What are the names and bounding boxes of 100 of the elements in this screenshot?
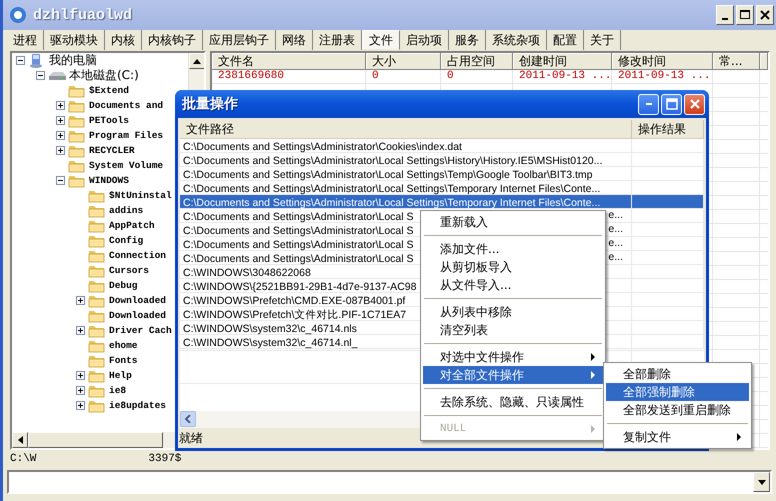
tab[interactable]: 应用层钩子 [203,30,276,50]
file-path: C:\Documents and Settings\Administrator\Local S [182,225,414,237]
folder-icon [68,173,87,188]
tree-item[interactable]: ie8 [109,385,126,396]
column-header[interactable]: 占用空间 [441,53,513,70]
expand-icon[interactable] [56,101,65,110]
column-header[interactable]: 常... [713,53,760,70]
close-button[interactable] [756,5,774,25]
tab[interactable]: 配置 [547,30,584,50]
tree-item[interactable]: System Volume [89,160,164,171]
menu-item[interactable]: 对选中文件操作 [423,348,603,366]
folder-icon [68,128,87,143]
tab[interactable]: 关于 [584,30,621,50]
file-path: C:\Documents and Settings\Administrator\Local S [182,253,414,265]
tree-item[interactable]: Downloaded [109,310,166,321]
expand-icon[interactable] [56,131,65,140]
tab[interactable]: 系统杂项 [486,30,547,50]
tree-item[interactable]: Help [109,370,132,381]
tree-item[interactable]: Cursors [109,265,149,276]
menu-item[interactable]: 全部删除 [606,365,749,383]
tree-item[interactable]: Downloaded [109,295,166,306]
list-row[interactable]: C:\Documents and Settings\Administrator\Local Settings\Temp\Google Toolbar\BIT3.tmp [180,167,704,181]
list-row[interactable]: C:\Documents and Settings\Administrator\Local Settings\Temporary Internet Files\Conte... [180,195,704,209]
tab[interactable]: 内核 [105,30,142,50]
tree-item[interactable]: AppPatch [109,220,155,231]
menu-item[interactable]: 全部发送到重启删除 [606,401,749,419]
file-path: C:\WINDOWS\Prefetch\文件对比.PIF-1C71EA7 [182,309,406,321]
collapse-icon[interactable] [36,71,45,80]
dropdown-button[interactable] [753,472,770,492]
list-row[interactable]: C:\Documents and Settings\Administrator\Local Settings\History\History.IE5\MSHist0120... [180,153,704,167]
tab[interactable]: 内核钩子 [142,30,203,50]
path-combo-box[interactable] [7,470,772,494]
folder-icon [88,398,107,413]
close-icon [760,10,770,20]
file-path: e... [608,223,623,236]
expand-icon[interactable] [76,371,85,380]
folder-icon [88,293,107,308]
minimize-icon [722,18,728,20]
folder-icon [68,143,87,158]
expand-icon[interactable] [56,116,65,125]
tab[interactable]: 进程 [7,30,44,50]
column-header[interactable]: 大小 [366,53,441,70]
expand-icon[interactable] [56,146,65,155]
file-path: C:\Documents and Settings\Administrator\Local S [182,239,414,251]
minimize-icon [646,103,652,105]
app-icon [9,6,27,24]
folder-icon [88,308,107,323]
tab[interactable]: 驱动模块 [44,30,105,50]
tree-item[interactable]: Program Files [89,130,164,141]
column-header[interactable]: 文件名 [212,53,366,70]
menu-item[interactable]: 对全部文件操作 [423,366,603,384]
column-header[interactable]: 修改时间 [612,53,713,70]
tree-item[interactable]: $Extend [89,85,129,96]
expand-icon[interactable] [76,296,85,305]
tree-item[interactable]: $NtUninstal [109,190,172,201]
tab[interactable]: 服务 [449,30,486,50]
file-path: C:\Documents and Settings\Administrator\Local Settings\Temporary Internet Files\Conte... [182,183,600,195]
column-header[interactable]: 创建时间 [513,53,612,70]
tree-item[interactable]: 我的电脑 [49,53,97,69]
tree-item[interactable]: WINDOWS [89,175,129,186]
menu-item[interactable]: 全部强制删除 [606,383,749,401]
collapse-icon[interactable] [56,176,65,185]
list-row[interactable]: C:\Documents and Settings\Administrator\Cookies\index.dat [180,139,704,153]
menu-item[interactable]: 从文件导入... [423,276,603,294]
scroll-up-button[interactable] [189,53,204,69]
scroll-thumb[interactable] [28,432,163,448]
table-cell: 0 [441,70,513,84]
menu-item[interactable]: 去除系统、隐藏、只读属性 [423,393,603,411]
minimize-button[interactable] [716,5,734,25]
tree-item[interactable]: Fonts [109,355,138,366]
tree-item[interactable]: Debug [109,280,138,291]
down-arrow-icon [758,480,766,484]
expand-icon[interactable] [76,326,85,335]
tree-item[interactable]: 本地磁盘(C:) [69,67,139,84]
tab[interactable]: 网络 [276,30,313,50]
folder-icon [88,353,107,368]
tree-item[interactable]: Config [109,235,144,246]
maximize-button[interactable] [736,5,754,25]
tree-item[interactable]: Connection [109,250,166,261]
file-path: C:\Documents and Settings\Administrator\Local Settings\Temporary Internet Files\Conte... [182,197,600,209]
folder-icon [88,368,107,383]
file-path: C:\WINDOWS\3048622068 [182,267,311,279]
table-cell: 0 [366,70,441,84]
tree-item[interactable]: Documents and [89,100,164,111]
collapse-icon[interactable] [16,56,25,65]
tree-item[interactable]: Driver Cach [109,325,172,336]
menu-item[interactable]: 从剪切板导入 [423,258,603,276]
tab[interactable]: 文件 [362,30,400,50]
tree-item[interactable]: ehome [109,340,138,351]
tree-item[interactable]: PETools [89,115,129,126]
tree-item[interactable]: addins [109,205,144,216]
folder-icon [88,233,107,248]
tree-item[interactable]: RECYCLER [89,145,135,156]
menu-item[interactable]: 复制文件 [606,428,749,446]
column-header[interactable]: 文件路径 [180,120,632,139]
expand-icon[interactable] [76,386,85,395]
tree-item[interactable]: ie8updates [109,400,166,411]
tab[interactable]: 启动项 [400,30,449,50]
expand-icon[interactable] [76,401,85,410]
column-header[interactable]: 操作结果 [632,120,704,139]
